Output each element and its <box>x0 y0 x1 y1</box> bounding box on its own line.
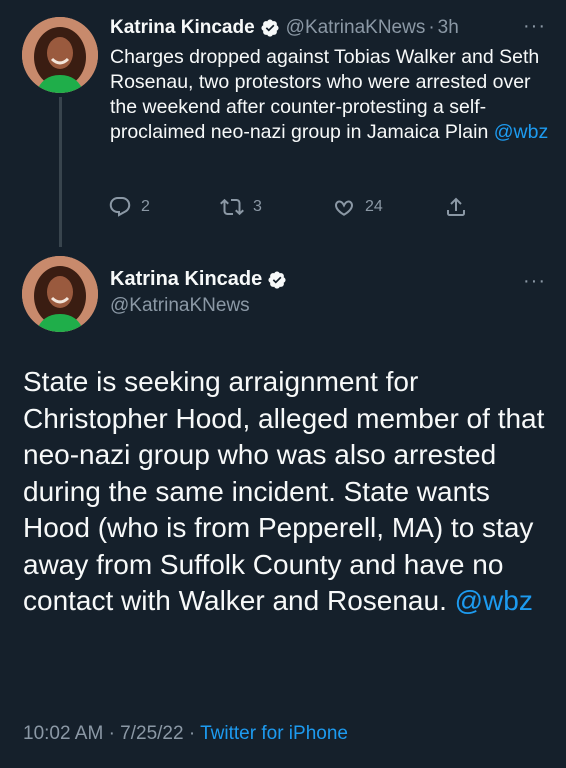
avatar[interactable] <box>22 256 98 332</box>
author-name[interactable]: Katrina Kincade <box>110 17 255 39</box>
verified-badge-icon <box>268 270 286 289</box>
tweet-header: Katrina Kincade @KatrinaKNews · 3h ··· <box>110 14 546 42</box>
mention-link[interactable]: @wbz <box>494 121 548 143</box>
author-handle[interactable]: @KatrinaKNews <box>286 17 426 39</box>
reply-icon <box>109 197 131 217</box>
more-options-icon[interactable]: ··· <box>523 271 546 291</box>
avatar[interactable] <box>22 17 98 93</box>
tweet-source-link[interactable]: Twitter for iPhone <box>200 723 348 744</box>
tweet-time[interactable]: 3h <box>438 17 459 39</box>
tweet-text: State is seeking arraignment for Christo… <box>23 364 553 620</box>
share-button[interactable] <box>444 192 477 222</box>
mention-link[interactable]: @wbz <box>455 585 533 616</box>
tweet-thread: Katrina Kincade @KatrinaKNews · 3h ··· C… <box>0 0 566 768</box>
tweet-time[interactable]: 10:02 AM <box>23 723 103 744</box>
like-count: 24 <box>365 198 383 215</box>
verified-badge-icon <box>261 19 279 37</box>
reply-count: 2 <box>141 198 150 215</box>
separator-dot: · <box>428 17 435 38</box>
like-button[interactable]: 24 <box>332 192 383 222</box>
retweet-icon <box>220 198 244 216</box>
tweet-timestamp: 10:02 AM · 7/25/22 · Twitter for iPhone <box>23 723 348 745</box>
retweet-count: 3 <box>253 198 262 215</box>
tweet-text: Charges dropped against Tobias Walker an… <box>110 45 550 145</box>
tweet-body: Charges dropped against Tobias Walker an… <box>110 46 540 143</box>
author-name[interactable]: Katrina Kincade <box>110 268 262 291</box>
retweet-button[interactable]: 3 <box>220 192 262 222</box>
reply-button[interactable]: 2 <box>108 192 150 222</box>
thread-connector-line <box>59 97 62 247</box>
share-icon <box>447 197 465 216</box>
author-handle[interactable]: @KatrinaKNews <box>110 295 250 317</box>
more-options-icon[interactable]: ··· <box>523 16 546 36</box>
tweet-actions: 2 3 24 <box>108 192 478 222</box>
separator-dot: · <box>188 723 196 744</box>
separator-dot: · <box>108 723 115 744</box>
heart-icon <box>335 200 353 216</box>
tweet-body: State is seeking arraignment for Christo… <box>23 366 545 616</box>
tweet-header: Katrina Kincade <box>110 268 287 291</box>
tweet-date[interactable]: 7/25/22 <box>120 723 183 744</box>
